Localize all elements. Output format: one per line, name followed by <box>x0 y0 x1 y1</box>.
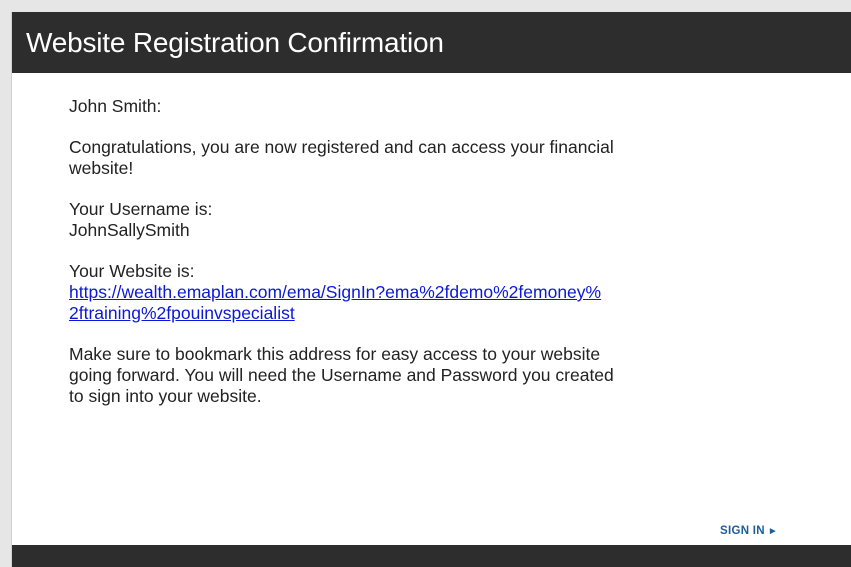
username-label: Your Username is: <box>69 199 213 219</box>
message-body: John Smith: Congratulations, you are now… <box>69 96 779 427</box>
email-footer <box>12 545 851 567</box>
congratulations-line-2: website! <box>69 158 134 178</box>
sign-in-link[interactable]: SIGN IN ► <box>720 525 778 537</box>
username-value: JohnSallySmith <box>69 220 190 240</box>
note-line-3: to sign into your website. <box>69 386 262 406</box>
website-block: Your Website is: https://wealth.emaplan.… <box>69 261 779 324</box>
website-link-line-2: 2ftraining%2fpouinvspecialist <box>69 303 295 323</box>
email-frame: Website Registration Confirmation John S… <box>11 12 851 567</box>
note-line-2: going forward. You will need the Usernam… <box>69 365 614 385</box>
bookmark-note: Make sure to bookmark this address for e… <box>69 344 779 407</box>
congratulations-line-1: Congratulations, you are now registered … <box>69 137 614 157</box>
email-header: Website Registration Confirmation <box>12 12 851 73</box>
website-label: Your Website is: <box>69 261 195 281</box>
sign-in-label: SIGN IN <box>720 525 765 537</box>
page-title: Website Registration Confirmation <box>26 27 444 58</box>
play-arrow-icon: ► <box>767 526 779 537</box>
website-link[interactable]: https://wealth.emaplan.com/ema/SignIn?em… <box>69 282 601 323</box>
website-link-line-1: https://wealth.emaplan.com/ema/SignIn?em… <box>69 282 602 302</box>
note-line-1: Make sure to bookmark this address for e… <box>69 344 601 364</box>
congratulations-text: Congratulations, you are now registered … <box>69 137 779 179</box>
greeting: John Smith: <box>69 96 162 116</box>
username-block: Your Username is: JohnSallySmith <box>69 199 779 241</box>
